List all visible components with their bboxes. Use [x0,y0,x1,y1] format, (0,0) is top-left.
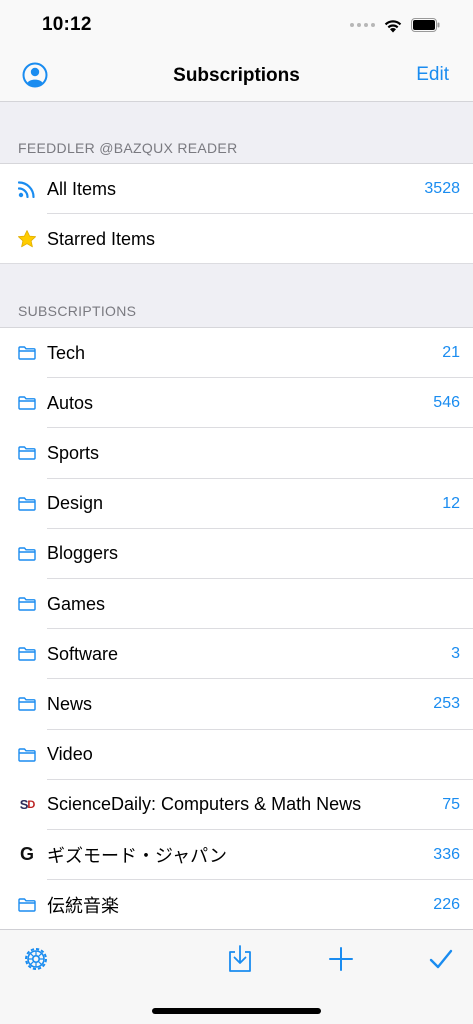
list-item-bloggers[interactable]: Bloggers [0,529,473,580]
list-item-label: Starred Items [47,228,156,249]
unread-count: 226 [433,896,460,914]
folder-icon [17,393,37,413]
unread-count: 3 [451,645,460,663]
unread-count: 253 [433,695,460,713]
list-item-label: Tech [47,342,86,363]
add-icon[interactable] [327,945,355,973]
list-item-tech[interactable]: Tech 21 [0,328,473,379]
list-item-label: Games [47,593,106,614]
rss-icon [17,179,37,199]
list-item-traditional-music[interactable]: 伝統音楽 226 [0,880,473,929]
unread-count: 21 [442,344,460,362]
list-item-autos[interactable]: Autos 546 [0,378,473,429]
status-time: 10:12 [42,14,92,35]
folder-icon [17,594,37,614]
folder-icon [17,494,37,514]
list-item-label: News [47,693,93,714]
folder-icon [17,343,37,363]
list-item-sports[interactable]: Sports [0,428,473,479]
list-item-label: Bloggers [47,543,119,564]
star-icon [17,229,37,249]
folder-icon [17,544,37,564]
unread-count: 336 [433,845,460,863]
folder-icon [17,694,37,714]
edit-button[interactable]: Edit [416,64,449,86]
user-icon[interactable] [22,62,48,88]
list-item-news[interactable]: News 253 [0,679,473,730]
screen: 10:12 Subscriptions Edit FEEDDLER @BAZQU… [0,0,473,1024]
account-section-header: FEEDDLER @BAZQUX READER [0,103,473,164]
cellular-signal-icon [350,23,375,27]
account-section-title: FEEDDLER @BAZQUX READER [18,140,238,156]
list-item-video[interactable]: Video [0,730,473,780]
list-item-label: Video [47,744,93,765]
status-indicators [350,18,441,33]
unread-count: 546 [433,394,460,412]
unread-count: 12 [442,494,460,512]
list-item-design[interactable]: Design 12 [0,479,473,529]
page-title: Subscriptions [173,64,300,86]
battery-icon [411,18,440,32]
checkmark-icon[interactable] [427,945,455,973]
list-item-label: Autos [47,392,94,413]
folder-icon [17,443,37,463]
subscriptions-section-header: SUBSCRIPTIONS [0,265,473,328]
folder-icon [17,644,37,664]
list-item-label: All Items [47,178,117,199]
unread-count: 3528 [424,180,460,198]
folder-icon [17,745,37,765]
sciencedaily-icon: SD [19,797,36,813]
list-item-label: ScienceDaily: Computers & Math News [47,794,362,815]
wifi-icon [384,19,402,32]
account-list: All Items 3528 Starred Items [0,164,473,265]
list-item-software[interactable]: Software 3 [0,629,473,680]
list-item-label: Sports [47,442,100,463]
list-item-label: Software [47,643,119,664]
list-item-label: 伝統音楽 [47,896,119,917]
folder-icon [17,895,37,915]
list-item-gizmodo-japan[interactable]: G ギズモード・ジャパン 336 [0,830,473,881]
list-item-sciencedaily[interactable]: SD ScienceDaily: Computers & Math News 7… [0,780,473,831]
status-bar: 10:12 [0,0,473,50]
list-item-label: ギズモード・ジャパン [47,845,227,866]
home-indicator[interactable] [152,1008,321,1014]
settings-gear-icon[interactable] [22,945,50,973]
subscriptions-section-title: SUBSCRIPTIONS [18,303,137,319]
list-item-label: Design [47,493,104,514]
list-item-starred-items[interactable]: Starred Items [0,214,473,265]
list-item-games[interactable]: Games [0,579,473,630]
list-item-all-items[interactable]: All Items 3528 [0,164,473,215]
subscriptions-list: Tech 21 Autos 546 Sports Design 12 Blogg… [0,328,473,929]
gizmodo-icon: G [19,844,34,865]
unread-count: 75 [442,795,460,813]
navigation-bar: Subscriptions Edit [0,50,473,102]
download-icon[interactable] [226,945,254,973]
